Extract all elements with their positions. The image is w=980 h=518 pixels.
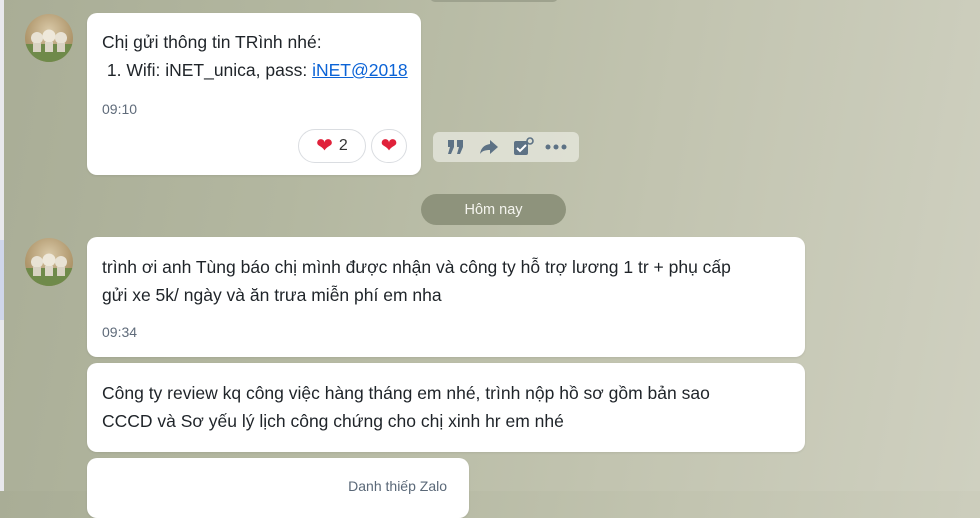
contact-card[interactable]: Danh thiếp Zalo — [87, 458, 469, 518]
more-icon[interactable] — [543, 134, 569, 160]
message-bubble[interactable]: trình ơi anh Tùng báo chị mình được nhận… — [87, 237, 805, 357]
sender-avatar[interactable] — [25, 238, 73, 286]
message-bubble[interactable]: Công ty review kq công việc hàng tháng e… — [87, 363, 805, 452]
message-line: 1. Wifi: iNET_unica, pass: iNET@2018 — [102, 56, 408, 84]
reaction-summary[interactable]: ❤ 2 — [298, 129, 366, 163]
message-line: Công ty review kq công việc hàng tháng e… — [102, 383, 710, 403]
message-line: CCCD và Sơ yếu lý lịch công chứng cho ch… — [102, 411, 564, 431]
message-line: Chị gửi thông tin TRình nhé: — [102, 32, 322, 52]
sender-avatar[interactable] — [25, 14, 73, 62]
heart-icon: ❤ — [316, 135, 333, 157]
previous-date-pill — [430, 0, 558, 2]
panel-marker — [0, 240, 4, 320]
quote-icon[interactable] — [443, 134, 469, 160]
message-time: 09:34 — [102, 324, 138, 340]
react-button[interactable]: ❤ — [371, 129, 407, 163]
date-separator: Hôm nay — [421, 194, 566, 225]
message-line: trình ơi anh Tùng báo chị mình được nhận… — [102, 257, 731, 277]
forward-icon[interactable] — [476, 134, 502, 160]
left-panel-edge — [0, 0, 4, 491]
message-line: gửi xe 5k/ ngày và ăn trưa miễn phí em n… — [102, 285, 442, 305]
message-action-bar — [433, 132, 579, 162]
heart-icon: ❤ — [380, 135, 398, 157]
message-line-text: 1. Wifi: iNET_unica, pass: — [102, 60, 313, 80]
contact-card-label: Danh thiếp Zalo — [348, 478, 447, 494]
message-time: 09:10 — [102, 101, 138, 117]
message-link[interactable]: iNET@2018 — [312, 60, 408, 80]
task-icon[interactable] — [510, 134, 536, 160]
reaction-count: 2 — [338, 137, 348, 154]
